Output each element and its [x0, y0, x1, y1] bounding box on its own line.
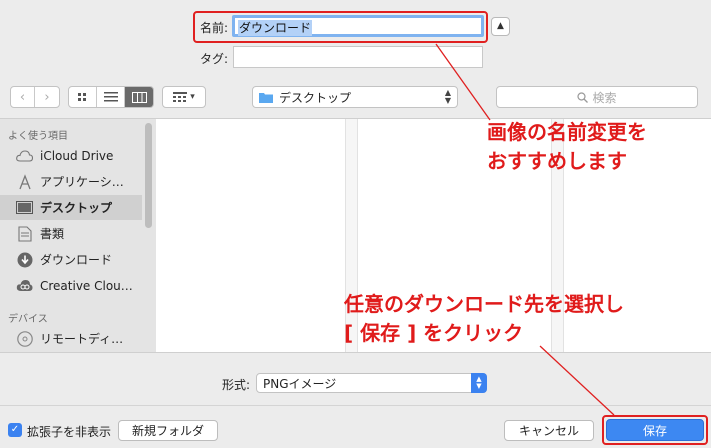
chevron-right-icon: ›	[44, 89, 50, 105]
sidebar: よく使う項目 iCloud Drive アプリケーシ… デスクトップ 書類 ダウ…	[0, 119, 156, 352]
document-icon	[16, 225, 33, 242]
stepper-arrows-icon: ▲ ▼	[444, 88, 451, 105]
sidebar-item-documents[interactable]: 書類	[0, 221, 142, 246]
sidebar-item-label: 書類	[40, 227, 65, 241]
location-dropdown[interactable]: デスクトップ ▲ ▼	[252, 86, 458, 108]
chevron-up-icon: ▲	[497, 21, 504, 31]
list-view-button[interactable]	[97, 87, 125, 107]
folder-icon	[259, 93, 273, 103]
format-dropdown[interactable]: PNGイメージ ▲ ▼	[256, 373, 487, 393]
creative-cloud-icon	[16, 277, 33, 294]
sidebar-item-label: デスクトップ	[40, 201, 113, 215]
favorites-heading: よく使う項目	[8, 131, 68, 142]
disc-icon	[16, 330, 33, 347]
hide-extension-label[interactable]: 拡張子を非表示	[27, 423, 111, 440]
annotation-rename-line2: おすすめします	[487, 149, 627, 173]
search-placeholder: 検索	[592, 90, 617, 105]
navigation-buttons: ‹ ›	[10, 86, 60, 108]
annotation-rename-line1: 画像の名前変更を	[487, 120, 647, 144]
cloud-icon	[16, 147, 33, 164]
sidebar-item-label: Creative Clou…	[40, 278, 133, 293]
sidebar-item-icloud-drive[interactable]: iCloud Drive	[0, 143, 142, 168]
new-folder-button[interactable]: 新規フォルダ	[118, 420, 218, 441]
location-value: デスクトップ	[279, 90, 352, 105]
sidebar-item-remote-disc[interactable]: リモートディ…	[0, 326, 142, 351]
grid-icon	[78, 92, 86, 101]
column-view-button[interactable]	[125, 87, 153, 107]
sidebar-item-label: ダウンロード	[40, 253, 113, 267]
annotation-select-line2: [ 保存 ] をクリック	[344, 321, 524, 345]
sidebar-item-applications[interactable]: アプリケーシ…	[0, 169, 142, 194]
save-highlight-box	[602, 415, 708, 445]
sidebar-scrollbar[interactable]	[145, 123, 152, 228]
forward-button[interactable]: ›	[35, 87, 59, 107]
collapse-button[interactable]: ▲	[491, 17, 510, 36]
filename-highlight-box	[193, 11, 488, 43]
devices-heading: デバイス	[8, 314, 48, 325]
format-value: PNGイメージ	[263, 376, 337, 391]
desktop-icon	[16, 199, 33, 216]
hide-extension-checkbox[interactable]: ✓	[8, 423, 22, 437]
browser-bottom-divider	[0, 352, 711, 353]
columns-icon	[131, 91, 147, 103]
format-label: 形式:	[222, 378, 251, 392]
sidebar-item-label: iCloud Drive	[40, 148, 114, 163]
cancel-button[interactable]: キャンセル	[504, 420, 594, 441]
sidebar-item-downloads[interactable]: ダウンロード	[0, 247, 142, 272]
checkmark-icon: ✓	[10, 424, 20, 435]
stepper-arrows-icon: ▲ ▼	[471, 373, 487, 393]
list-icon	[103, 92, 118, 102]
search-field[interactable]: 検索	[496, 86, 698, 108]
sidebar-item-creative-cloud[interactable]: Creative Clou…	[0, 273, 142, 298]
back-button[interactable]: ‹	[11, 87, 35, 107]
search-icon	[577, 91, 589, 103]
footer-divider	[0, 405, 711, 406]
sidebar-item-label: リモートディ…	[40, 332, 124, 346]
sidebar-item-desktop[interactable]: デスクトップ	[0, 195, 142, 220]
group-grid-icon	[173, 92, 188, 102]
applications-icon	[16, 173, 33, 190]
annotation-select-line1: 任意のダウンロード先を選択し	[344, 292, 624, 316]
annotation-rename: 画像の名前変更を おすすめします	[485, 118, 711, 178]
sidebar-item-label: アプリケーシ…	[40, 175, 124, 189]
tag-input[interactable]	[233, 46, 483, 68]
download-icon	[16, 251, 33, 268]
chevron-left-icon: ‹	[19, 89, 26, 105]
annotation-select-save: 任意のダウンロード先を選択し [ 保存 ] をクリック	[344, 290, 624, 348]
tag-label: タグ:	[200, 52, 229, 66]
icon-view-button[interactable]	[69, 87, 97, 107]
group-by-button[interactable]: ▾	[162, 86, 206, 108]
view-mode-buttons	[68, 86, 154, 108]
chevron-down-icon: ▾	[190, 92, 195, 102]
